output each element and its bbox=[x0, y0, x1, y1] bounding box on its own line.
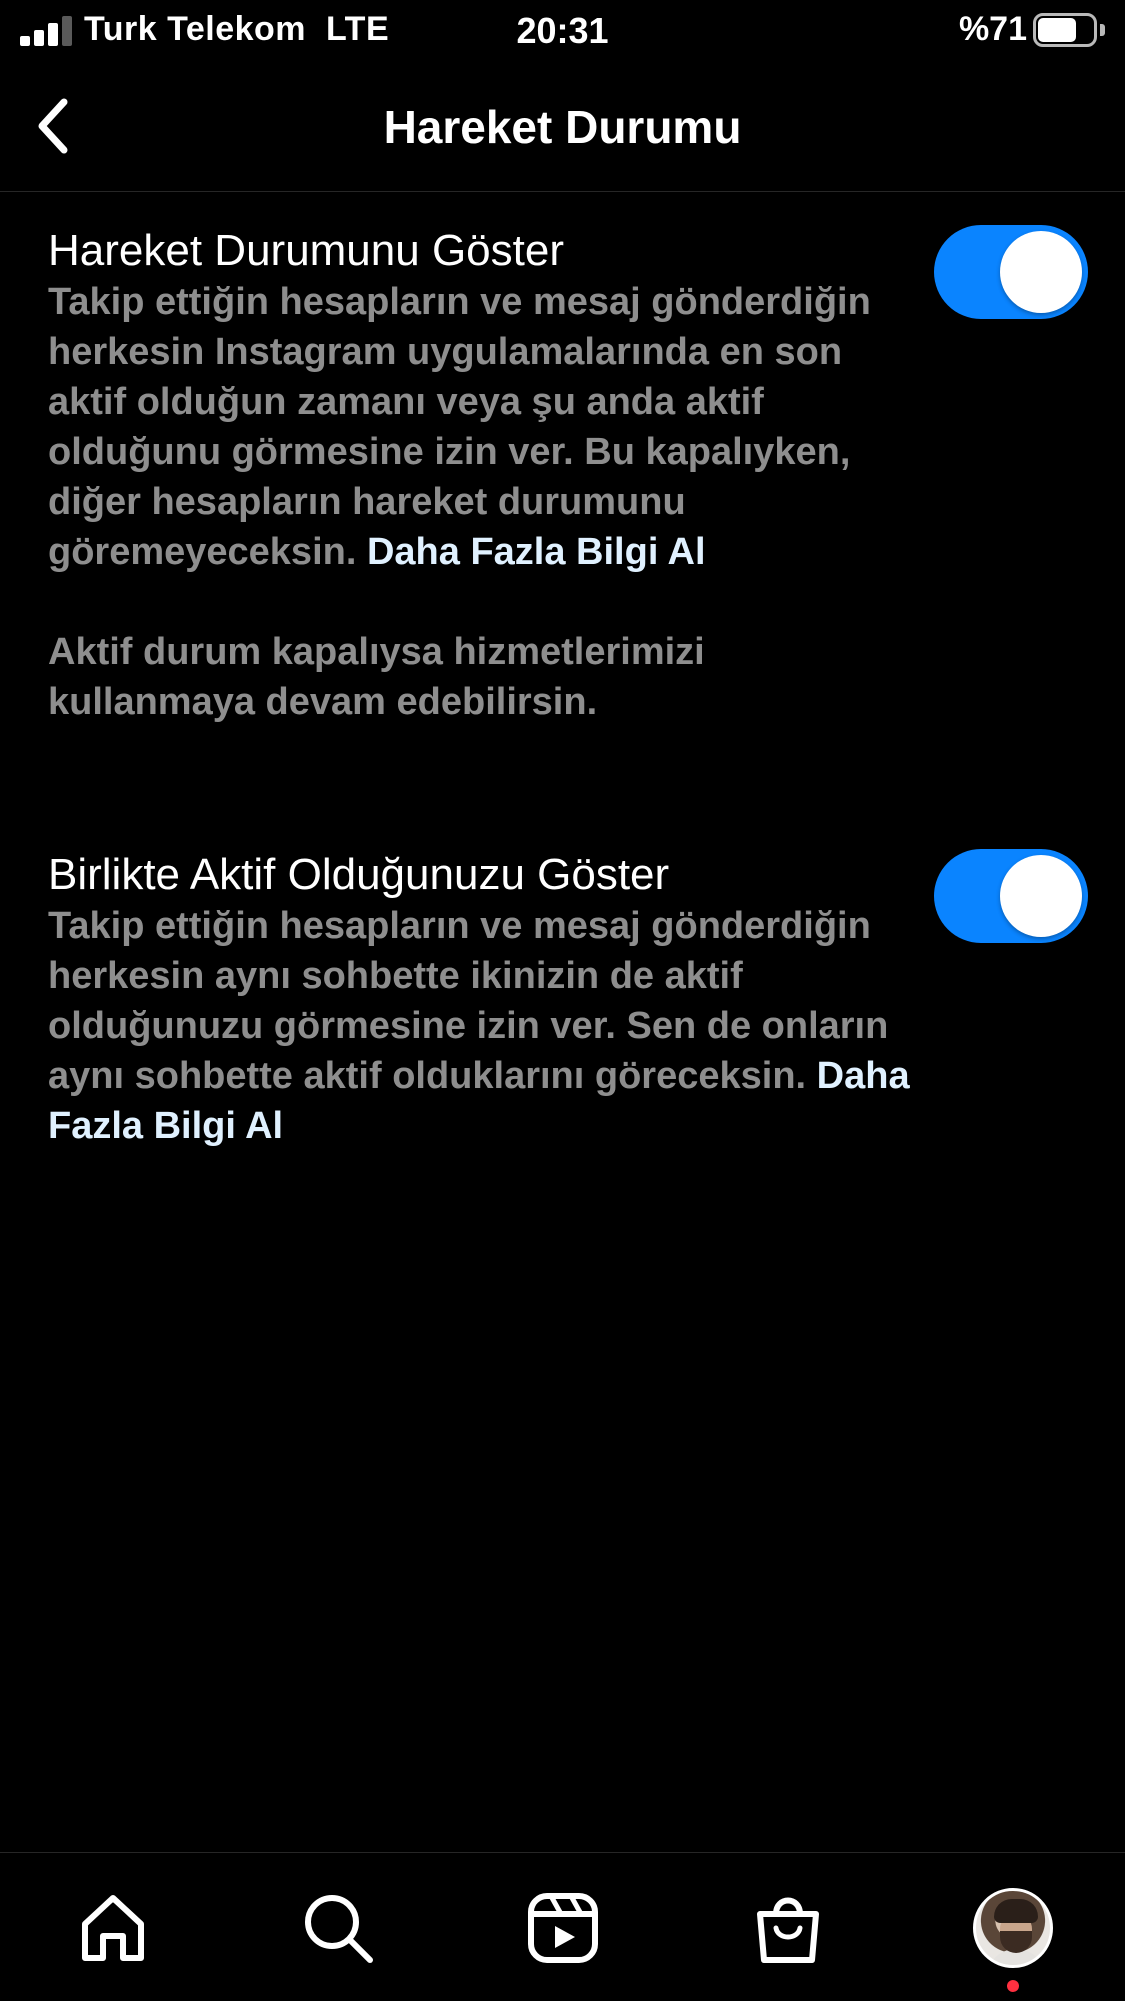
page-title: Hareket Durumu bbox=[383, 101, 742, 153]
search-icon bbox=[305, 1895, 373, 1963]
tab-profile[interactable] bbox=[968, 1883, 1058, 1973]
tab-home[interactable] bbox=[68, 1883, 158, 1973]
tab-reels[interactable] bbox=[518, 1883, 608, 1973]
tab-shop[interactable] bbox=[743, 1883, 833, 1973]
home-icon bbox=[82, 1895, 144, 1961]
active-together-toggle[interactable] bbox=[934, 849, 1088, 943]
setting-title: Hareket Durumunu Göster bbox=[48, 226, 564, 275]
navigation-bar: Hareket Durumu bbox=[0, 62, 1125, 192]
battery-percent: %71 bbox=[958, 10, 1027, 48]
shop-icon bbox=[757, 1897, 819, 1963]
reels-icon bbox=[528, 1893, 598, 1963]
setting-description: Takip ettiğin hesapların ve mesaj gönder… bbox=[48, 281, 871, 573]
learn-more-link[interactable]: Daha Fazla Bilgi Al bbox=[367, 531, 706, 573]
screen: Turk Telekom LTE 20:31 %71 Hareket Durum… bbox=[0, 0, 1125, 2001]
tab-search[interactable] bbox=[293, 1883, 383, 1973]
notification-dot bbox=[1007, 1980, 1019, 1992]
status-bar: Turk Telekom LTE 20:31 %71 bbox=[0, 0, 1125, 62]
status-time: 20:31 bbox=[516, 10, 609, 51]
tab-bar bbox=[0, 1852, 1125, 2001]
battery-icon bbox=[1033, 13, 1105, 47]
setting-description: Takip ettiğin hesapların ve mesaj gönder… bbox=[48, 905, 910, 1147]
toggle-knob bbox=[1000, 855, 1082, 937]
activity-status-toggle[interactable] bbox=[934, 225, 1088, 319]
setting-note: Aktif durum kapalıysa hizmetlerimizi kul… bbox=[48, 631, 705, 723]
setting-show-active-together: Birlikte Aktif Olduğunuzu Göster Takip e… bbox=[48, 849, 1088, 1151]
setting-activity-status: Hareket Durumunu Göster Takip ettiğin he… bbox=[48, 225, 1088, 727]
profile-avatar bbox=[973, 1888, 1053, 1968]
setting-title: Birlikte Aktif Olduğunuzu Göster bbox=[48, 850, 670, 899]
toggle-knob bbox=[1000, 231, 1082, 313]
